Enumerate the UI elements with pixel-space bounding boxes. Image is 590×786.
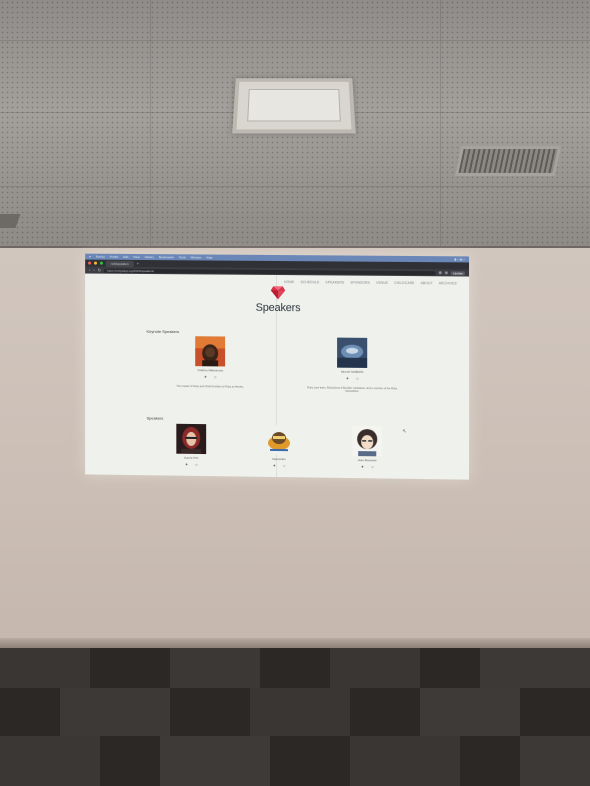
ceiling (0, 0, 590, 248)
zoom-window-icon[interactable] (99, 261, 103, 265)
menu-item[interactable]: Firefox (96, 255, 105, 259)
browser-tab[interactable]: nekbuppaken (105, 260, 134, 267)
reload-icon[interactable]: ↻ (98, 267, 101, 272)
github-icon[interactable]: ○ (283, 463, 285, 468)
keynote-speaker-card: Hiroshi SHIBATA ✦ ○ Ruby core team, Ruby… (302, 337, 402, 394)
menu-item[interactable]: Tools (179, 255, 186, 259)
github-icon[interactable]: ○ (356, 376, 358, 381)
nav-link-schedule[interactable]: Schedule (300, 280, 319, 284)
menu-item[interactable]: Edit (123, 255, 128, 259)
github-icon[interactable]: ○ (371, 464, 373, 469)
github-icon[interactable]: ○ (214, 374, 216, 379)
speaker-name[interactable]: hasumikin (246, 457, 312, 462)
speaker-name[interactable]: Yukihiro Matsumoto (170, 368, 250, 373)
twitter-icon[interactable]: ✦ (346, 376, 349, 381)
avatar[interactable] (195, 336, 226, 367)
speaker-name[interactable]: Jean Boussier (334, 458, 400, 463)
ceiling-light-panel (232, 78, 356, 134)
speaker-card: Koichi ITO ✦ ○ (158, 423, 224, 468)
menu-item[interactable]: History (145, 255, 154, 259)
nav-link-childcare[interactable]: Childcare (394, 281, 414, 285)
minimize-window-icon[interactable] (94, 261, 97, 265)
nav-link-about[interactable]: About (421, 281, 433, 285)
twitter-icon[interactable]: ✦ (185, 462, 188, 467)
menu-item[interactable]: Window (191, 255, 202, 259)
keynote-speaker-card: Yukihiro Matsumoto ✦ ○ The creator of Ru… (170, 336, 250, 389)
twitter-icon[interactable]: ✦ (204, 374, 207, 379)
update-button[interactable]: Update (451, 270, 465, 275)
speaker-description: Ruby core team, RubyGems & Bundler maint… (307, 386, 398, 394)
projected-browser-window: ● Firefox Profile Edit View History Book… (85, 253, 470, 480)
ceiling-vent (454, 146, 562, 176)
extension-icon[interactable] (445, 271, 449, 275)
page-title: Speakers (255, 301, 301, 315)
avatar[interactable] (337, 337, 367, 368)
new-tab-icon[interactable]: + (137, 261, 139, 266)
close-window-icon[interactable] (88, 261, 92, 265)
speaker-description: The creator of Ruby and Chief Architect … (176, 384, 244, 389)
nav-link-venue[interactable]: Venue (376, 281, 388, 285)
forward-icon[interactable]: › (93, 267, 94, 272)
menu-item[interactable]: Profile (110, 255, 118, 259)
speaker-name[interactable]: Hiroshi SHIBATA (302, 369, 402, 374)
mouse-cursor-icon: ↖ (402, 428, 407, 435)
menu-item[interactable]: Help (206, 255, 212, 259)
speakers-heading: Speakers (146, 415, 164, 421)
speaker-card: hasumikin ✦ ○ (246, 424, 312, 469)
menu-item[interactable]: Bookmarks (159, 255, 174, 259)
status-icons: ▮ ◐ ▤ ⌕ (454, 257, 465, 262)
speaker-card: Jean Boussier ✦ ○ (334, 425, 400, 470)
twitter-icon[interactable]: ✦ (273, 463, 276, 468)
ceiling-seam (0, 186, 590, 187)
nav-link-speakers[interactable]: Speakers (325, 280, 344, 284)
site-nav: Home Schedule Speakers Sponsors Venue Ch… (284, 280, 457, 285)
wall-baseboard (0, 638, 590, 648)
bookmark-icon[interactable] (439, 271, 443, 275)
ceiling-seam (440, 0, 441, 248)
nav-link-sponsors[interactable]: Sponsors (350, 281, 370, 285)
ruby-logo-icon[interactable] (270, 284, 286, 300)
photo-scene: ● Firefox Profile Edit View History Book… (0, 0, 590, 786)
ceiling-seam (150, 0, 151, 248)
avatar[interactable] (176, 423, 207, 455)
web-page: Home Schedule Speakers Sponsors Venue Ch… (85, 273, 470, 480)
apple-icon[interactable]: ● (89, 255, 91, 259)
speaker-name[interactable]: Koichi ITO (158, 455, 224, 460)
carpet-floor (0, 648, 590, 786)
ceiling-seam (0, 40, 590, 41)
nav-link-archives[interactable]: Archives (439, 281, 457, 285)
keynote-heading: Keynote Speakers (146, 328, 179, 335)
menu-item[interactable]: View (133, 255, 139, 259)
twitter-icon[interactable]: ✦ (361, 464, 364, 469)
avatar[interactable] (352, 425, 383, 457)
avatar[interactable] (264, 424, 294, 456)
github-icon[interactable]: ○ (195, 462, 197, 467)
back-icon[interactable]: ‹ (89, 267, 90, 272)
